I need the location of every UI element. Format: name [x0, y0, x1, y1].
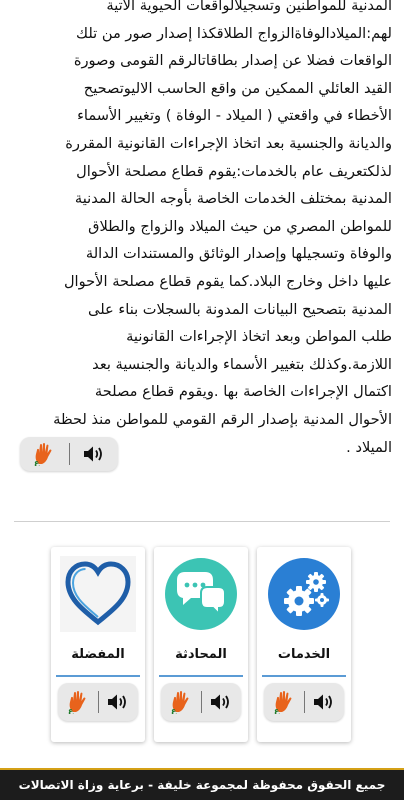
sign-language-icon: ع: [34, 442, 52, 466]
card-underline: [159, 675, 243, 677]
heart-icon: [60, 556, 136, 632]
article-line: طلب المواطن وبعد اتخاذ الإجراءات القانون…: [126, 328, 392, 346]
article-line: الواقعات فضلا عن إصدار بطاقاتالرقم القوم…: [73, 52, 392, 70]
svg-text:ع: ع: [68, 706, 74, 714]
sign-language-icon: ع: [68, 690, 86, 714]
svg-text:ع: ع: [34, 458, 40, 466]
article-body: المدنية للمواطنين وتسجيلالواقعات الحيوية…: [14, 0, 392, 461]
article-line: اللازمة.وكذلك بتغيير الأسماء والديانة وا…: [92, 355, 392, 373]
card-favorites-toolbar: ع: [58, 683, 138, 721]
article-line: لهم:الميلادالوفاةالزواج الطلاقكذا إصدار …: [76, 24, 392, 42]
speaker-icon: [314, 694, 333, 710]
card-underline: [56, 675, 140, 677]
speaker-button[interactable]: [201, 683, 241, 721]
speaker-icon: [108, 694, 127, 710]
article-line: القيد العائلي الممكين من واقع الحاسب الا…: [83, 79, 392, 97]
sign-language-button[interactable]: ع: [58, 683, 98, 721]
sign-language-button[interactable]: ع: [264, 683, 304, 721]
article-line: المدنية للمواطنين وتسجيلالواقعات الحيوية…: [106, 0, 392, 14]
article-line: الأحوال المدنية بإصدار الرقم القومي للمو…: [53, 410, 392, 428]
article-line: المدنية بتصحيح البيانات المدونة بالسجلات…: [88, 300, 392, 318]
card-favorites[interactable]: المفضلة ع: [51, 547, 145, 742]
article-line: للمواطن المصري من حيث الميلاد والزواج وا…: [88, 217, 392, 235]
sign-language-icon: ع: [171, 690, 189, 714]
svg-text:ع: ع: [274, 706, 280, 714]
card-chat-toolbar: ع: [161, 683, 241, 721]
footer-text: جميع الحقوق محفوظة لمجموعة خليفة - برعاي…: [18, 778, 386, 792]
gears-icon: [268, 558, 340, 630]
article-accessibility-toolbar: ع: [20, 437, 118, 471]
article-line: المدنية بمختلف الخدمات الخاصة بأوجه الحا…: [74, 190, 392, 208]
article-line: لذلكتعريف عام بالخدمات:يقوم قطاع مصلحة ا…: [76, 162, 392, 180]
card-services-toolbar: ع: [264, 683, 344, 721]
section-divider: [14, 521, 390, 522]
card-chat[interactable]: المحادثة ع: [154, 547, 248, 742]
article-line: الأخطاء في واقعتي ( الميلاد - الوفاة ) و…: [77, 107, 392, 125]
article-line: اكتمال الإجراءات الخاصة بها .ويقوم قطاع …: [94, 383, 392, 401]
svg-text:ع: ع: [171, 706, 177, 714]
card-services-label: الخدمات: [277, 647, 331, 662]
card-chat-label: المحادثة: [175, 647, 227, 662]
copyright-footer: جميع الحقوق محفوظة لمجموعة خليفة - برعاي…: [0, 768, 404, 800]
sign-language-icon: ع: [274, 690, 292, 714]
article-line: والوفاة وتسجيلها وإصدار الوثائق والمستند…: [85, 245, 392, 263]
chat-bubbles-icon: [165, 558, 237, 630]
article-line: عليها داخل وخارج البلاد.كما يقوم قطاع مص…: [63, 272, 392, 290]
speaker-button[interactable]: [304, 683, 344, 721]
speaker-icon: [211, 694, 230, 710]
sign-language-button[interactable]: ع: [20, 437, 69, 471]
speaker-icon: [83, 446, 102, 462]
speaker-button[interactable]: [98, 683, 138, 721]
sign-language-button[interactable]: ع: [161, 683, 201, 721]
card-services[interactable]: الخدمات ع: [257, 547, 351, 742]
article-line: والديانة والجنسية بعد اتخاذ الإجراءات ال…: [65, 134, 392, 152]
speaker-button[interactable]: [69, 437, 118, 471]
card-underline: [262, 675, 346, 677]
card-favorites-label: المفضلة: [71, 647, 125, 662]
